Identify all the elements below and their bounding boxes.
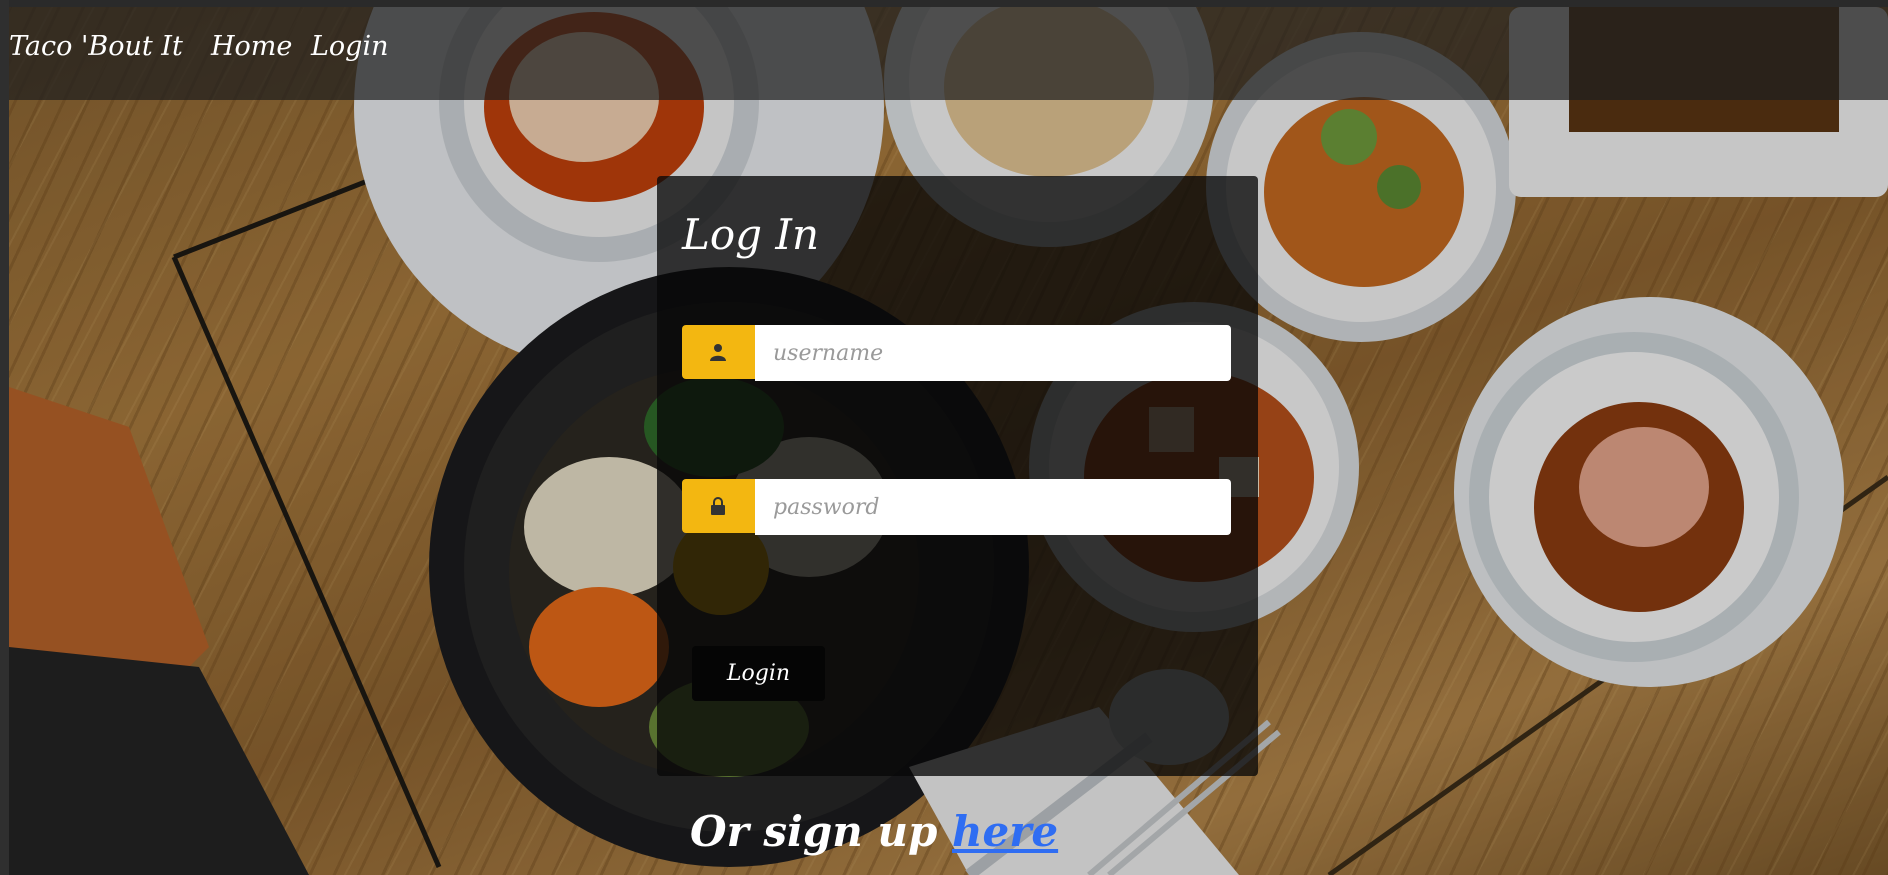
login-submit-button[interactable]: Login bbox=[692, 646, 825, 701]
username-addon bbox=[682, 325, 755, 379]
username-input[interactable] bbox=[755, 325, 1231, 381]
app-window: Taco 'Bout It Home Login Log In username… bbox=[0, 0, 1888, 875]
background-photo: Taco 'Bout It Home Login Log In username… bbox=[9, 7, 1888, 875]
user-icon bbox=[710, 344, 726, 361]
nav-link-login[interactable]: Login bbox=[311, 31, 389, 62]
window-edge bbox=[0, 0, 9, 875]
login-title: Log In bbox=[682, 210, 820, 259]
password-addon bbox=[682, 479, 755, 533]
top-navbar: Taco 'Bout It Home Login bbox=[9, 7, 1888, 100]
brand-logo-text[interactable]: Taco 'Bout It bbox=[9, 31, 183, 62]
signup-prompt: Or sign up here bbox=[690, 807, 1058, 856]
login-card: Log In Login bbox=[657, 176, 1258, 776]
password-input[interactable] bbox=[755, 479, 1231, 535]
signup-prefix-text: Or sign up bbox=[690, 807, 938, 856]
username-field-group bbox=[682, 325, 1231, 381]
password-field-group bbox=[682, 479, 1231, 535]
signup-link[interactable]: here bbox=[952, 807, 1058, 856]
lock-icon bbox=[711, 497, 725, 515]
nav-link-home[interactable]: Home bbox=[211, 31, 292, 62]
